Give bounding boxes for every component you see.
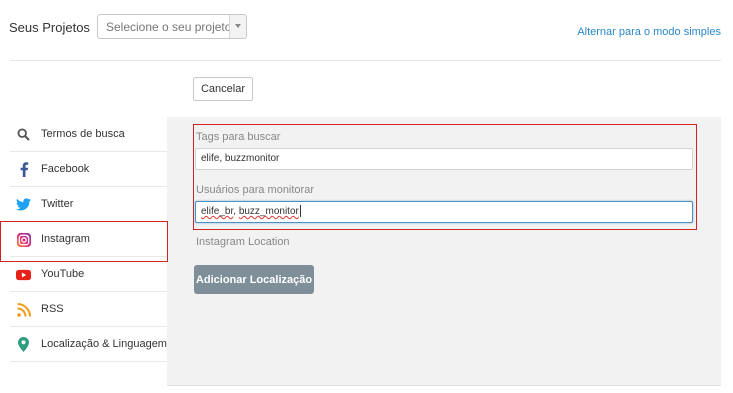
sidebar-item-label: Termos de busca	[41, 128, 125, 140]
sidebar-item-label: Twitter	[41, 198, 74, 210]
tags-input[interactable]: elife, buzzmonitor	[195, 148, 693, 170]
sidebar-item-search-terms[interactable]: Termos de busca	[10, 117, 167, 152]
users-input[interactable]: elife_br, buzz_monitor	[195, 201, 693, 223]
sidebar-item-label: RSS	[41, 303, 64, 315]
simple-mode-link[interactable]: Alternar para o modo simples	[577, 26, 721, 38]
sidebar: Termos de busca Facebook Twitter Instagr…	[10, 117, 167, 362]
youtube-icon	[16, 267, 31, 282]
projects-label: Seus Projetos	[9, 20, 90, 35]
sidebar-item-label: Instagram	[41, 233, 90, 245]
sidebar-item-facebook[interactable]: Facebook	[10, 152, 167, 187]
sidebar-item-location-language[interactable]: Localização & Linguagem	[10, 327, 167, 362]
facebook-icon	[16, 162, 31, 177]
users-input-value-part2: buzz_monitor	[238, 206, 299, 217]
sidebar-item-label: Facebook	[41, 163, 90, 175]
rss-icon	[16, 302, 31, 317]
chevron-down-icon[interactable]	[229, 15, 246, 38]
sidebar-item-rss[interactable]: RSS	[10, 292, 167, 327]
instagram-location-label: Instagram Location	[196, 236, 290, 248]
sidebar-item-label: YouTube	[41, 268, 85, 280]
sidebar-item-label: Localização & Linguagem	[41, 338, 167, 350]
users-label: Usuários para monitorar	[196, 184, 314, 196]
instagram-icon	[16, 232, 31, 247]
tags-input-value: elife, buzzmonitor	[201, 153, 280, 164]
sidebar-item-youtube[interactable]: YouTube	[10, 257, 167, 292]
add-location-button[interactable]: Adicionar Localização	[194, 265, 314, 294]
sidebar-item-twitter[interactable]: Twitter	[10, 187, 167, 222]
tags-label: Tags para buscar	[196, 131, 281, 143]
location-pin-icon	[16, 337, 31, 352]
twitter-icon	[16, 197, 31, 212]
users-input-value-part1: elife_br	[201, 206, 234, 217]
project-select[interactable]: Selecione o seu projeto	[97, 14, 247, 39]
sidebar-item-instagram[interactable]: Instagram	[10, 222, 167, 257]
cancel-button[interactable]: Cancelar	[193, 77, 253, 101]
search-icon	[16, 127, 31, 142]
header-divider	[10, 60, 721, 61]
project-select-placeholder: Selecione o seu projeto	[106, 20, 232, 34]
text-caret	[299, 205, 301, 218]
